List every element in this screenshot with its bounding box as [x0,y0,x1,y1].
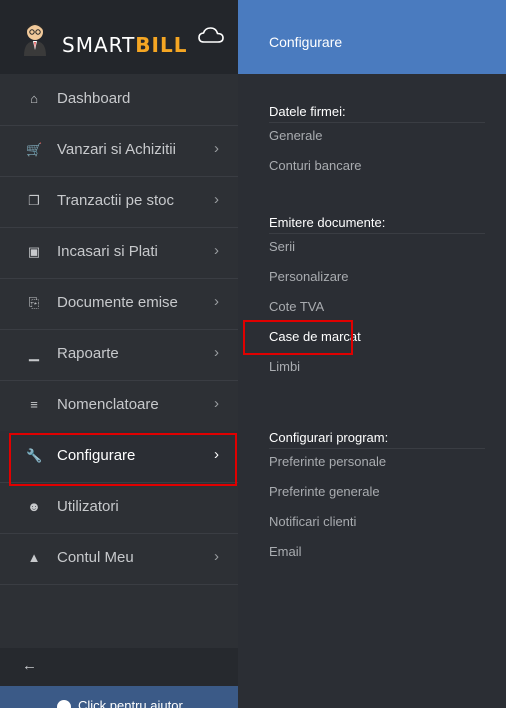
app-window: SMARTBILL ⌂ Dashboard 🛒 Vanzari si Achiziti… [0,0,506,708]
active-item-highlight [9,433,237,486]
help-icon [57,700,71,708]
panel-header: Configurare [238,0,506,74]
chevron-right-icon: › [214,548,219,565]
panel-link-cote-tva[interactable]: Cote TVA [269,299,324,314]
section-title: Emitere documente: [269,215,386,230]
panel-link-serii[interactable]: Serii [269,239,295,254]
panel-link-notificari-clienti[interactable]: Notificari clienti [269,514,356,529]
home-icon: ⌂ [30,91,38,106]
user-icon: ▲ [27,550,41,565]
sidebar-item-label: Contul Meu [57,549,134,566]
sidebar-item-utilizatori[interactable]: ☻ Utilizatori [0,482,238,534]
panel-title: Configurare [269,34,343,50]
sidebar-item-rapoarte[interactable]: ▁ Rapoarte › [0,329,238,381]
sidebar-item-label: Utilizatori [57,498,119,515]
sidebar-item-incasari-si-plati[interactable]: ▣ Incasari si Plati › [0,227,238,279]
section-title: Configurari program: [269,430,389,445]
sidebar-item-vanzari-si-achizitii[interactable]: 🛒 Vanzari si Achizitii › [0,125,238,177]
sidebar-item-label: Nomenclatoare [57,396,159,413]
sidebar-item-label: Dashboard [57,90,131,107]
section-divider [269,448,485,449]
panel-link-conturi-bancare[interactable]: Conturi bancare [269,158,362,173]
copy-icon: ❐ [28,193,40,208]
sidebar-item-label: Documente emise [57,294,178,311]
sidebar-item-label: Tranzactii pe stoc [57,192,174,209]
sidebar-item-tranzactii-pe-stoc[interactable]: ❐ Tranzactii pe stoc › [0,176,238,228]
cart-icon: 🛒 [26,142,43,157]
panel-link-email[interactable]: Email [269,544,302,559]
section-divider [269,122,485,123]
documents-icon: ⎘ [28,295,40,310]
panel-link-preferinte-generale[interactable]: Preferinte generale [269,484,380,499]
brand-bill: BILL [135,33,188,57]
sidebar-item-label: Vanzari si Achizitii [57,141,176,158]
panel-link-limbi[interactable]: Limbi [269,359,300,374]
logo-bar[interactable]: SMARTBILL [0,0,238,74]
panel-link-personalizare[interactable]: Personalizare [269,269,349,284]
sidebar-item-nomenclatoare[interactable]: ≡ Nomenclatoare › [0,380,238,432]
chevron-right-icon: › [214,242,219,259]
sidebar: SMARTBILL ⌂ Dashboard 🛒 Vanzari si Achiziti… [0,0,238,708]
users-icon: ☻ [27,499,41,514]
collapse-sidebar-button[interactable]: ← [0,648,238,686]
list-icon: ≡ [30,397,38,412]
brand-logo-text: SMARTBILL [62,33,187,57]
section-divider [269,233,485,234]
mascot-avatar-icon [24,23,46,56]
chevron-right-icon: › [214,140,219,157]
chevron-right-icon: › [214,293,219,310]
sidebar-item-documente-emise[interactable]: ⎘ Documente emise › [0,278,238,330]
sidebar-item-label: Rapoarte [57,345,119,362]
cloud-icon [198,27,224,43]
sidebar-item-contul-meu[interactable]: ▲ Contul Meu › [0,533,238,585]
chevron-right-icon: › [214,344,219,361]
help-bar[interactable]: Click pentru ajutor [0,686,238,708]
brand-smart: SMART [62,33,136,57]
sidebar-item-label: Incasari si Plati [57,243,158,260]
bar-chart-icon: ▁ [29,346,39,361]
submenu-panel: Configurare Datele firmei: Generale Contur… [238,0,506,708]
arrow-left-icon: ← [22,657,37,674]
money-icon: ▣ [27,244,41,259]
sidebar-item-dashboard[interactable]: ⌂ Dashboard [0,74,238,126]
help-text: Click pentru ajutor [78,698,183,708]
active-link-highlight [243,320,353,355]
chevron-right-icon: › [214,395,219,412]
panel-link-preferinte-personale[interactable]: Preferinte personale [269,454,386,469]
panel-link-generale[interactable]: Generale [269,128,322,143]
section-title: Datele firmei: [269,104,346,119]
chevron-right-icon: › [214,191,219,208]
